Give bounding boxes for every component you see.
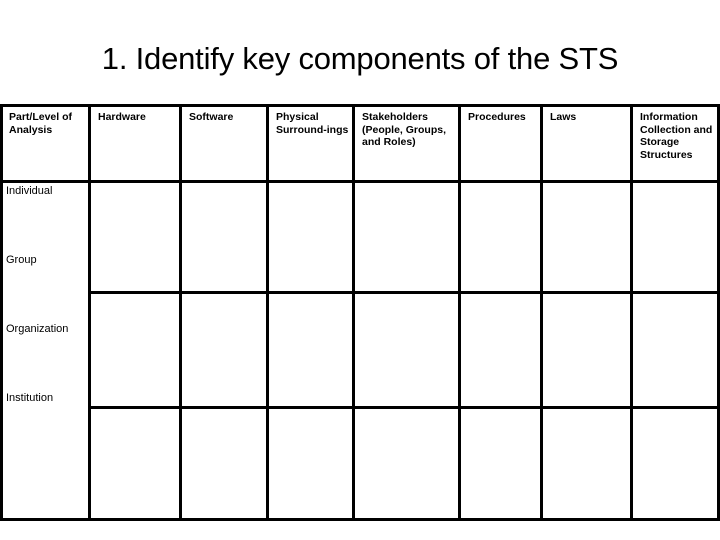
column-header-laws: Laws: [550, 111, 577, 123]
cell-band3-hardware[interactable]: [91, 409, 179, 518]
cell-band3-procedures[interactable]: [461, 409, 540, 518]
cell-band3-software[interactable]: [182, 409, 266, 518]
cell-row-label-column[interactable]: [3, 183, 88, 518]
cell-band1-software[interactable]: [182, 183, 266, 291]
cell-band2-hardware[interactable]: [91, 294, 179, 406]
cell-band3-laws[interactable]: [543, 409, 630, 518]
cell-band2-information-collection[interactable]: [633, 294, 717, 406]
cell-band3-information-collection[interactable]: [633, 409, 717, 518]
column-header-hardware: Hardware: [98, 111, 146, 123]
cell-band2-laws[interactable]: [543, 294, 630, 406]
column-header-part-level-of-analysis: Part/Level of Analysis: [9, 111, 73, 136]
cell-band2-procedures[interactable]: [461, 294, 540, 406]
column-header-procedures: Procedures: [468, 111, 526, 123]
cell-band3-stakeholders[interactable]: [355, 409, 458, 518]
cell-band1-laws[interactable]: [543, 183, 630, 291]
cell-band1-physical-surroundings[interactable]: [269, 183, 352, 291]
column-header-information-collection-and-storage-structures: Information Collection and Storage Struc…: [640, 111, 713, 161]
cell-band2-physical-surroundings[interactable]: [269, 294, 352, 406]
page-title: 1. Identify key components of the STS: [101, 41, 619, 76]
cell-band1-procedures[interactable]: [461, 183, 540, 291]
cell-band2-software[interactable]: [182, 294, 266, 406]
cell-band2-stakeholders[interactable]: [355, 294, 458, 406]
table-border-bottom: [0, 518, 720, 521]
column-header-stakeholders: Stakeholders (People, Groups, and Roles): [362, 111, 447, 149]
cell-band1-hardware[interactable]: [91, 183, 179, 291]
cell-band3-physical-surroundings[interactable]: [269, 409, 352, 518]
cell-band1-information-collection[interactable]: [633, 183, 717, 291]
column-header-software: Software: [189, 111, 234, 123]
cell-band1-stakeholders[interactable]: [355, 183, 458, 291]
column-header-physical-surroundings: Physical Surround-ings: [276, 111, 349, 136]
sts-components-table: Part/Level of Analysis Hardware Software…: [0, 104, 720, 521]
